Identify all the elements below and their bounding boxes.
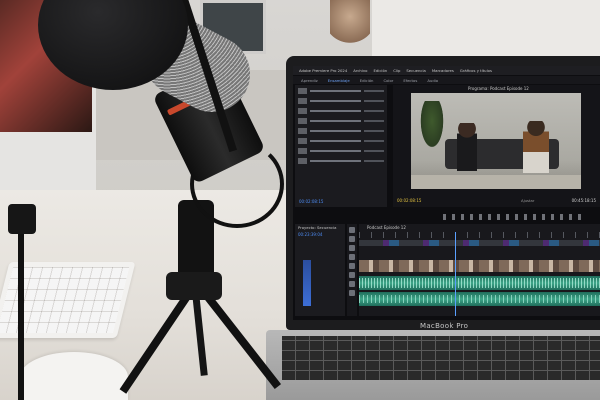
transport-controls[interactable] — [443, 214, 583, 220]
video-preview[interactable] — [411, 93, 581, 189]
media-panel-title: Proyecto: Secuencia — [298, 225, 337, 230]
video-track-clip[interactable] — [359, 260, 600, 272]
selection-tool-icon[interactable] — [349, 227, 355, 233]
track-select-tool-icon[interactable] — [349, 236, 355, 242]
ripple-edit-tool-icon[interactable] — [349, 245, 355, 251]
mouse — [20, 352, 128, 400]
list-item[interactable] — [298, 147, 384, 155]
background-person — [330, 0, 370, 55]
interviewee — [457, 123, 477, 171]
menu-item-clip[interactable]: Clip — [393, 68, 400, 73]
app-title: Adobe Premiere Pro 2024 — [299, 68, 348, 73]
project-panel[interactable]: 00:02:08:15 — [295, 85, 387, 207]
list-item[interactable] — [298, 107, 384, 115]
fit-dropdown[interactable]: Ajustar — [521, 198, 534, 203]
marker-track[interactable] — [359, 240, 600, 246]
playhead[interactable] — [455, 232, 456, 316]
background-monitor-right — [372, 0, 600, 60]
slip-tool-icon[interactable] — [349, 263, 355, 269]
menu-item-file[interactable]: Archivo — [353, 68, 367, 73]
list-item[interactable] — [298, 137, 384, 145]
laptop-screen: Adobe Premiere Pro 2024 Archivo Edición … — [293, 66, 600, 320]
timeline-title: Podcast Episode 12 — [367, 225, 406, 230]
list-item[interactable] — [298, 97, 384, 105]
photo-scene: Adobe Premiere Pro 2024 Archivo Edición … — [0, 0, 600, 400]
tools-panel — [347, 224, 357, 316]
tab-audio[interactable]: Audio — [427, 78, 438, 83]
tab-learning[interactable]: Aprendiz — [301, 78, 318, 83]
list-item[interactable] — [298, 87, 384, 95]
tab-editing[interactable]: Edición — [360, 78, 374, 83]
type-tool-icon[interactable] — [349, 290, 355, 296]
hand-tool-icon[interactable] — [349, 281, 355, 287]
interviewer — [523, 121, 549, 173]
plant — [419, 101, 445, 151]
premiere-menubar: Adobe Premiere Pro 2024 Archivo Edición … — [293, 66, 600, 75]
program-timecode-current: 00:02:08:15 — [397, 198, 422, 203]
menu-item-graphics[interactable]: Gráficos y títulos — [460, 68, 492, 73]
audio-track-2[interactable] — [359, 292, 600, 306]
audio-track-1[interactable] — [359, 276, 600, 290]
laptop-brand-label: MacBook Pro — [420, 322, 469, 330]
workspace-tabs: Aprendiz Ensamblaje Edición Color Efecto… — [293, 76, 600, 84]
tab-effects[interactable]: Efectos — [403, 78, 417, 83]
menu-item-sequence[interactable]: Secuencia — [406, 68, 425, 73]
timeline-ruler[interactable] — [359, 232, 600, 238]
menu-item-markers[interactable]: Marcadores — [432, 68, 454, 73]
tripod-knob — [166, 272, 222, 300]
audio-waveform — [359, 278, 600, 288]
tab-assembly[interactable]: Ensamblaje — [328, 78, 350, 83]
media-panel[interactable]: Proyecto: Secuencia 00:23:39:04 — [295, 224, 345, 316]
list-item[interactable] — [298, 117, 384, 125]
project-timecode: 00:02:08:15 — [299, 199, 324, 204]
boom-arm-clamp — [8, 204, 36, 234]
menu-item-edit[interactable]: Edición — [373, 68, 387, 73]
program-timecode-duration: 00:45:18:15 — [571, 198, 596, 203]
laptop-keyboard — [282, 336, 600, 380]
program-monitor[interactable]: Programa: Podcast Episode 12 00:02:08:15… — [393, 85, 600, 207]
media-timecode: 00:23:39:04 — [298, 232, 323, 237]
audio-waveform — [359, 295, 600, 303]
floor — [411, 175, 581, 189]
razor-tool-icon[interactable] — [349, 254, 355, 260]
boom-arm-pole — [18, 210, 24, 400]
timeline-panel[interactable]: Podcast Episode 12 — [359, 224, 600, 316]
audio-meters — [303, 260, 311, 306]
list-item[interactable] — [298, 127, 384, 135]
pen-tool-icon[interactable] — [349, 272, 355, 278]
program-monitor-title: Programa: Podcast Episode 12 — [468, 86, 529, 91]
tab-color[interactable]: Color — [383, 78, 393, 83]
list-item[interactable] — [298, 157, 384, 165]
